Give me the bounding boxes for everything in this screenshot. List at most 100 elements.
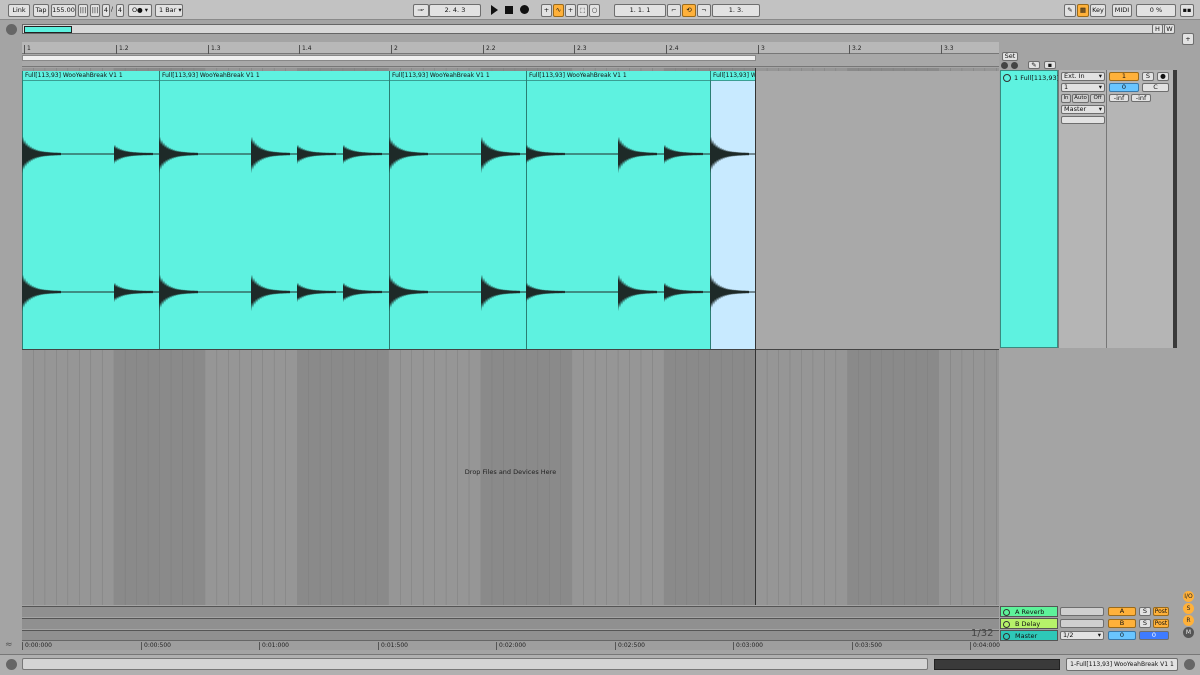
return-a-activator[interactable]: A bbox=[1108, 607, 1136, 616]
tempo-nudge-icon[interactable]: ||| bbox=[78, 4, 88, 17]
monitor-auto-button[interactable]: Auto bbox=[1072, 94, 1089, 103]
ruler-tick: 1 bbox=[24, 45, 31, 54]
track-lane-empty[interactable] bbox=[756, 71, 999, 349]
draw-mode-icon[interactable]: ✎ bbox=[1064, 4, 1076, 17]
return-b-io[interactable] bbox=[1060, 619, 1104, 628]
sends-toggle-icon[interactable]: S bbox=[1183, 603, 1194, 614]
record-icon[interactable] bbox=[520, 5, 529, 14]
arrangement-view[interactable]: Full[113,93] WooYeahBreak V1 1 Full[113,… bbox=[22, 68, 999, 605]
automation-toggle-icon[interactable]: ≈ bbox=[5, 640, 13, 650]
solo-button[interactable]: S bbox=[1142, 72, 1154, 81]
time-sig-numerator[interactable]: 4 bbox=[102, 4, 110, 17]
arm-record-icon[interactable]: ● bbox=[1157, 72, 1169, 81]
overdub-button[interactable]: + bbox=[541, 4, 552, 17]
add-icon[interactable]: + bbox=[1182, 33, 1194, 45]
return-track-a-header[interactable]: A Reverb bbox=[1000, 606, 1058, 617]
loop-bar[interactable] bbox=[22, 54, 999, 67]
midi-map-button[interactable]: MIDI bbox=[1112, 4, 1132, 17]
time-ruler[interactable]: 0:00:000 0:00:500 0:01:000 0:01:500 0:02… bbox=[22, 640, 1000, 650]
track-activator-button[interactable]: 1 bbox=[1109, 72, 1139, 81]
loop-brace[interactable] bbox=[22, 55, 756, 61]
cpu-meter: 0 % bbox=[1136, 4, 1176, 17]
arrangement-position[interactable]: 2. 4. 3 bbox=[429, 4, 481, 17]
io-toggle-h[interactable]: H bbox=[1152, 24, 1163, 34]
tempo-nudge-up-icon[interactable]: ||| bbox=[90, 4, 100, 17]
return-a-post[interactable]: Post bbox=[1153, 607, 1169, 616]
loop-switch-button[interactable]: ⟲ bbox=[682, 4, 696, 17]
waveform-transient bbox=[22, 136, 61, 174]
arrangement-overview[interactable] bbox=[22, 24, 1172, 34]
follow-button[interactable]: ⊸· bbox=[413, 4, 429, 17]
input-type-select[interactable]: Ext. In ▾ bbox=[1061, 72, 1105, 81]
track-fold-icon[interactable] bbox=[1003, 609, 1010, 616]
return-b-solo[interactable]: S bbox=[1139, 619, 1151, 628]
monitor-off-button[interactable]: Off bbox=[1090, 94, 1105, 103]
return-a-solo[interactable]: S bbox=[1139, 607, 1151, 616]
input-channel-select[interactable]: 1 ▾ bbox=[1061, 83, 1105, 92]
stop-icon[interactable] bbox=[505, 6, 513, 14]
output-channel-select[interactable] bbox=[1061, 116, 1105, 124]
re-enable-automation-button[interactable]: + bbox=[565, 4, 576, 17]
master-lane[interactable] bbox=[22, 630, 999, 640]
mixer-toggle-icon[interactable]: M bbox=[1183, 627, 1194, 638]
play-icon[interactable] bbox=[491, 5, 498, 15]
waveform-transient bbox=[22, 274, 61, 312]
waveform-transient bbox=[710, 274, 749, 312]
tempo-field[interactable]: 155.00 bbox=[51, 4, 76, 17]
pan-field[interactable]: C bbox=[1142, 83, 1169, 92]
link-button[interactable]: Link bbox=[8, 4, 30, 17]
master-pan-field[interactable]: 0 bbox=[1139, 631, 1169, 640]
midi-indicator: ▪▪ bbox=[1180, 4, 1194, 17]
return-b-activator[interactable]: B bbox=[1108, 619, 1136, 628]
grid-size-label[interactable]: 1/32 bbox=[971, 628, 993, 639]
horizontal-scrollbar[interactable] bbox=[22, 658, 928, 670]
master-quantize-select[interactable]: 1/2 ▾ bbox=[1060, 631, 1104, 640]
output-select[interactable]: Master ▾ bbox=[1061, 105, 1105, 114]
chevron-down-icon: ▾ bbox=[1098, 72, 1102, 80]
waveform-transient bbox=[710, 136, 749, 174]
lock-icon[interactable]: ▪ bbox=[1044, 61, 1056, 69]
monitor-in-button[interactable]: In bbox=[1061, 94, 1071, 103]
master-volume-field[interactable]: 0 bbox=[1108, 631, 1136, 640]
time-sig-denominator[interactable]: 4 bbox=[116, 4, 124, 17]
session-record-button[interactable]: ○ bbox=[589, 4, 600, 17]
track-fold-icon[interactable] bbox=[1003, 74, 1011, 82]
chevron-down-icon: ▾ bbox=[1097, 631, 1101, 639]
io-toggle-icon[interactable]: I/O bbox=[1183, 591, 1194, 602]
metronome-button[interactable]: O● ▾ bbox=[128, 4, 152, 17]
beat-time-ruler[interactable]: 1 1.2 1.3 1.4 2 2.2 2.3 2.4 3 3.2 3.3 bbox=[22, 42, 999, 54]
returns-toggle-icon[interactable]: R bbox=[1183, 615, 1194, 626]
tap-tempo-button[interactable]: Tap bbox=[33, 4, 49, 17]
prev-locator-icon[interactable] bbox=[1001, 62, 1008, 69]
loop-length-field[interactable]: 1. 3. bbox=[712, 4, 760, 17]
return-b-post[interactable]: Post bbox=[1153, 619, 1169, 628]
quantize-menu[interactable]: 1 Bar ▾ bbox=[155, 4, 183, 17]
computer-keyboard-icon[interactable]: ▦ bbox=[1077, 4, 1089, 17]
collapse-browser-icon[interactable] bbox=[6, 24, 17, 35]
capture-button[interactable]: ⬚ bbox=[577, 4, 588, 17]
track-fold-icon[interactable] bbox=[1003, 621, 1010, 628]
return-lane-reverb[interactable] bbox=[22, 606, 999, 617]
automation-arm-button[interactable]: ∿ bbox=[553, 4, 564, 17]
expand-detail-icon[interactable] bbox=[6, 659, 17, 670]
next-locator-icon[interactable] bbox=[1011, 62, 1018, 69]
punch-out-button[interactable]: ¬ bbox=[697, 4, 711, 17]
loop-start-field[interactable]: 1. 1. 1 bbox=[614, 4, 666, 17]
io-toggle-w[interactable]: W bbox=[1164, 24, 1175, 34]
edit-icon[interactable]: ✎ bbox=[1028, 61, 1040, 69]
overview-visible-region[interactable] bbox=[24, 26, 72, 33]
ruler-tick: 3.3 bbox=[941, 45, 954, 54]
set-button[interactable]: Set bbox=[1002, 52, 1018, 61]
track-name[interactable]: 1 Full[113,93] bbox=[1014, 74, 1059, 82]
key-map-button[interactable]: Key bbox=[1090, 4, 1106, 17]
return-a-io[interactable] bbox=[1060, 607, 1104, 616]
master-track-header[interactable]: Master bbox=[1000, 630, 1058, 641]
time-tick: 0:00:000 bbox=[22, 642, 52, 650]
volume-field[interactable]: 0 bbox=[1109, 83, 1139, 92]
return-lane-delay[interactable] bbox=[22, 618, 999, 629]
expand-view-icon[interactable] bbox=[1184, 659, 1195, 670]
return-track-b-header[interactable]: B Delay bbox=[1000, 618, 1058, 629]
track-header[interactable]: 1 Full[113,93] bbox=[1000, 70, 1059, 348]
punch-in-button[interactable]: ⌐ bbox=[667, 4, 681, 17]
track-fold-icon[interactable] bbox=[1003, 633, 1010, 640]
